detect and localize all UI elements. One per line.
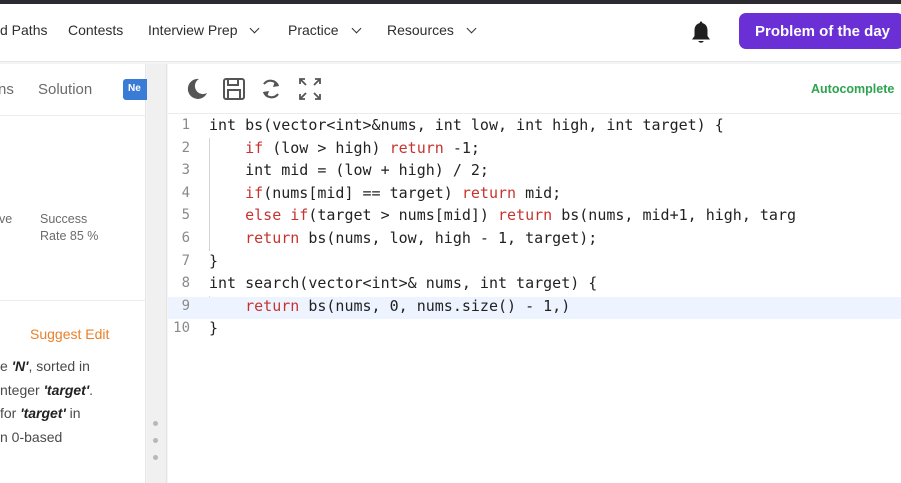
nav-item-label: d Paths	[0, 22, 48, 38]
code-text: int search(vector<int>& nums, int target…	[209, 274, 598, 293]
code-line: 8 int search(vector<int>& nums, int targe…	[168, 274, 901, 297]
code-line: 10}	[168, 319, 901, 342]
autocomplete-toggle[interactable]: Autocomplete	[811, 82, 894, 96]
code-line: 4 if(nums[mid] == target) return mid;	[168, 184, 901, 207]
line-number: 8	[181, 275, 190, 292]
code-text: if (low > high) return -1;	[245, 138, 480, 157]
suggest-edit-link[interactable]: Suggest Edit	[30, 326, 109, 342]
description-text: e	[0, 358, 12, 374]
chevron-down-icon	[351, 23, 362, 33]
nav-item-interview-prep[interactable]: Interview Prep	[148, 22, 260, 38]
grip-dot	[153, 438, 158, 443]
problem-of-the-day-button[interactable]: Problem of the day	[739, 13, 901, 49]
code-line: 6 return bs(nums, low, high - 1, target)…	[168, 229, 901, 252]
nav-item-resources[interactable]: Resources	[387, 22, 477, 38]
section-divider	[0, 300, 146, 301]
line-number: 9	[181, 297, 190, 314]
tab-submissions[interactable]: ns	[0, 81, 14, 98]
nav-item-learning-paths[interactable]: d Paths	[0, 22, 47, 38]
stat-left-label: ve	[0, 212, 13, 226]
line-number: 1	[181, 117, 190, 133]
line-number: 2	[181, 139, 190, 156]
description-emphasis: 'target'	[43, 382, 90, 398]
code-text: }	[209, 251, 219, 270]
description-line: e 'N', sorted in	[0, 358, 90, 374]
code-text: }	[209, 319, 219, 338]
description-line: n 0-based	[0, 429, 62, 445]
success-rate-label: Success	[40, 212, 88, 226]
description-text: in	[65, 405, 81, 421]
description-line: for 'target' in	[0, 405, 81, 421]
nav-item-contests[interactable]: Contests	[68, 22, 123, 38]
nav-item-label: Interview Prep	[148, 22, 238, 38]
fullscreen-icon[interactable]	[297, 76, 323, 102]
nav-item-practice[interactable]: Practice	[288, 22, 362, 38]
nav-item-label: Practice	[288, 22, 339, 38]
potd-label: Problem of the day	[755, 22, 891, 40]
line-number: 3	[181, 162, 190, 179]
code-text: else if(target > nums[mid]) return bs(nu…	[245, 206, 797, 225]
code-text: int mid = (low + high) / 2;	[209, 161, 489, 180]
description-emphasis: 'N'	[11, 358, 29, 374]
refresh-icon[interactable]	[258, 76, 284, 102]
description-text: .	[89, 382, 94, 398]
chevron-down-icon	[466, 23, 477, 33]
code-text: if(nums[mid] == target) return mid;	[245, 183, 562, 202]
description-text: , sorted in	[28, 358, 90, 374]
tab-solution[interactable]: Solution	[38, 81, 92, 98]
top-navigation: d Paths Contests Interview Prep Practice…	[0, 4, 901, 62]
panel-resize-handle[interactable]	[147, 64, 167, 483]
line-number: 7	[181, 252, 190, 269]
save-icon[interactable]	[221, 76, 247, 102]
nav-item-label: Contests	[68, 22, 124, 38]
success-rate-value: Rate 85 %	[40, 229, 99, 243]
description-emphasis: 'target'	[20, 405, 66, 421]
description-text: for	[0, 405, 21, 421]
nav-item-label: Resources	[387, 22, 454, 38]
line-number: 10	[173, 320, 190, 337]
grip-dot	[153, 455, 158, 460]
description-text: nteger	[0, 382, 44, 398]
code-line-active: 9 return bs(nums, 0, nums.size() - 1,)	[168, 296, 901, 320]
problem-panel: ns Solution Ne ve Success Rate 85 % Sugg…	[0, 64, 153, 483]
code-text: int bs(vector<int>&nums, int low, int hi…	[209, 116, 724, 134]
code-line: 5 else if(target > nums[mid]) return bs(…	[168, 206, 901, 229]
problem-tabs: ns Solution Ne	[0, 64, 153, 116]
code-line: 1 int bs(vector<int>&nums, int low, int h…	[168, 116, 901, 139]
grip-dot	[153, 421, 158, 426]
code-line: 3 int mid = (low + high) / 2;	[168, 161, 901, 184]
line-number: 4	[181, 184, 190, 201]
code-line: 7}	[168, 252, 901, 275]
description-text: n 0-based	[0, 429, 63, 445]
description-line: nteger 'target'.	[0, 382, 93, 398]
line-number: 6	[181, 229, 190, 246]
line-number: 5	[181, 207, 190, 224]
code-text: return bs(nums, 0, nums.size() - 1,)	[245, 296, 571, 315]
chevron-down-icon	[250, 23, 260, 33]
editor-toolbar: Autocomplete	[168, 64, 901, 114]
moon-icon[interactable]	[184, 76, 210, 102]
code-editor[interactable]: Autocomplete 1 int bs(vector<int>&nums, i…	[168, 64, 901, 483]
code-area[interactable]: 1 int bs(vector<int>&nums, int low, int h…	[168, 116, 901, 342]
code-line: 2 if (low > high) return -1;	[168, 139, 901, 162]
bell-icon[interactable]	[690, 21, 712, 45]
app-window: d Paths Contests Interview Prep Practice…	[0, 0, 901, 483]
code-text: return bs(nums, low, high - 1, target);	[245, 228, 598, 247]
